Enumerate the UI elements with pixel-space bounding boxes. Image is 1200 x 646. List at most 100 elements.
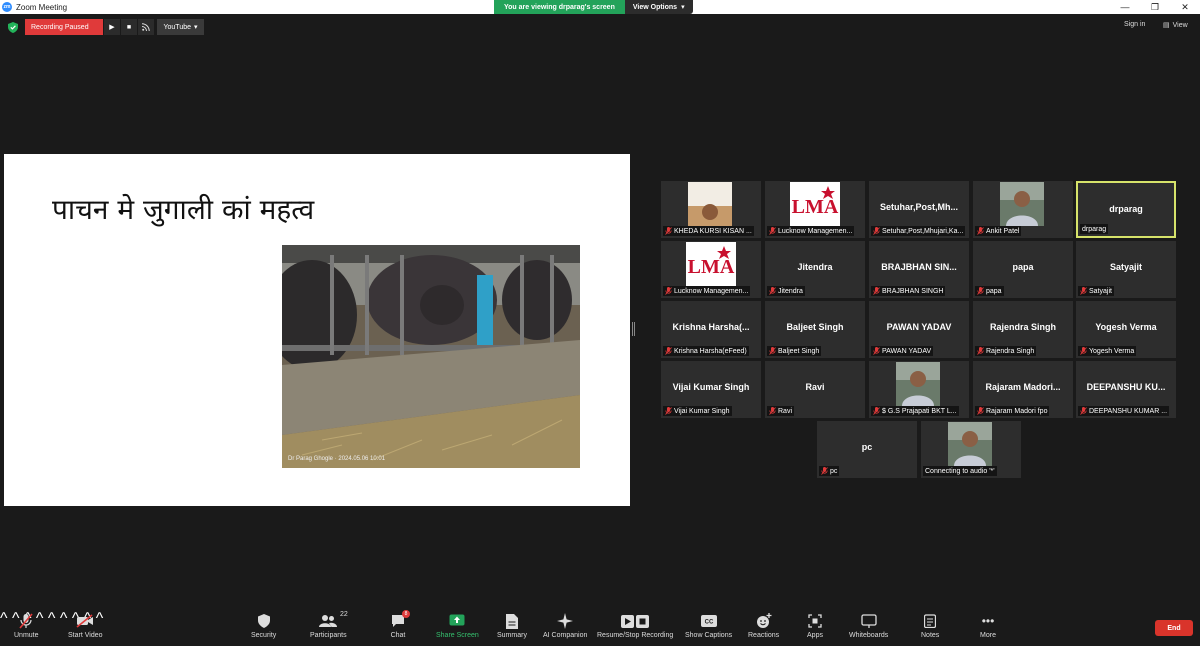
- muted-mic-icon: [873, 287, 880, 295]
- view-button[interactable]: ▤ View: [1163, 21, 1188, 30]
- muted-mic-icon: [769, 227, 776, 235]
- smiley-plus-icon: [755, 613, 773, 629]
- participant-tile[interactable]: Rajendra Singh Rajendra Singh: [973, 301, 1073, 358]
- participant-tile[interactable]: drparag drparag: [1076, 181, 1176, 238]
- video-off-icon: [76, 613, 94, 629]
- unmute-button[interactable]: Unmute: [14, 613, 39, 639]
- participant-tile[interactable]: Yogesh Verma Yogesh Verma: [1076, 301, 1176, 358]
- captions-label: Show Captions: [685, 632, 733, 639]
- participant-name-label: Setuhar,Post,Mhujari,Ka...: [871, 226, 966, 236]
- participant-tile[interactable]: Baljeet Singh Baljeet Singh: [765, 301, 865, 358]
- participant-tile[interactable]: LMA Lucknow Managemen...: [765, 181, 865, 238]
- zoom-window: zm Zoom Meeting — ❐ ✕ You are viewing dr…: [0, 0, 1200, 646]
- recording-status-badge[interactable]: Recording Paused: [25, 19, 103, 35]
- apps-button[interactable]: Apps: [806, 613, 824, 639]
- participant-tile[interactable]: Jitendra Jitendra: [765, 241, 865, 298]
- ai-companion-button[interactable]: AI Companion: [543, 613, 587, 639]
- view-options-button[interactable]: View Options ▾: [624, 0, 693, 14]
- participant-tile[interactable]: Ankit Patel: [973, 181, 1073, 238]
- svg-text:CC: CC: [704, 620, 713, 626]
- participant-tile[interactable]: papa papa: [973, 241, 1073, 298]
- participant-display-name: Rajaram Madori...: [985, 382, 1061, 392]
- apps-label: Apps: [807, 632, 823, 639]
- participant-video: [896, 362, 940, 406]
- security-button[interactable]: Security: [251, 613, 276, 639]
- participant-tile[interactable]: PAWAN YADAV PAWAN YADAV: [869, 301, 969, 358]
- resume-stop-recording-button[interactable]: Resume/Stop Recording: [597, 613, 673, 639]
- audio-options-caret-icon[interactable]: ^: [0, 610, 8, 627]
- slide-title: पाचन मे जुगाली कां महत्व: [52, 193, 315, 226]
- youtube-dropdown[interactable]: YouTube ▾: [157, 19, 204, 35]
- captions-caret-icon[interactable]: ^: [60, 610, 68, 627]
- participant-tile[interactable]: LMA Lucknow Managemen...: [661, 241, 761, 298]
- whiteboard-icon: [860, 613, 878, 629]
- participant-label-text: PAWAN YADAV: [882, 347, 932, 355]
- participant-label-text: drparag: [1082, 225, 1107, 233]
- muted-mic-icon: [665, 227, 672, 235]
- participants-count: 22: [340, 611, 348, 618]
- participant-name-label: Yogesh Verma: [1078, 346, 1137, 356]
- encryption-shield-icon[interactable]: [8, 22, 18, 33]
- stop-icon: ■: [126, 23, 132, 31]
- whiteboards-button[interactable]: Whiteboards: [849, 613, 888, 639]
- restore-icon[interactable]: ❐: [1140, 0, 1170, 14]
- participant-display-name: Jitendra: [797, 262, 833, 272]
- participant-tile[interactable]: Vijai Kumar Singh Vijai Kumar Singh: [661, 361, 761, 418]
- resume-recording-button[interactable]: ▶: [104, 19, 120, 35]
- chevron-down-icon: ▾: [681, 4, 685, 11]
- youtube-label: YouTube: [163, 23, 191, 31]
- muted-mic-icon: [665, 407, 672, 415]
- participant-tile[interactable]: Connecting to audio '*': [921, 421, 1021, 478]
- participant-tile[interactable]: KHEDA KURSI KISAN ...: [661, 181, 761, 238]
- notes-button[interactable]: Notes: [921, 613, 939, 639]
- shared-screen-slide[interactable]: पाचन मे जुगाली कां महत्व Dr Parag Ghogle…: [4, 154, 630, 506]
- zoom-logo-icon: zm: [2, 2, 12, 12]
- participant-tile[interactable]: BRAJBHAN SIN... BRAJBHAN SINGH: [869, 241, 969, 298]
- participant-name-label: $ G.S Prajapati BKT L...: [871, 406, 959, 416]
- participant-tile[interactable]: Krishna Harsha(... Krishna Harsha(eFeed): [661, 301, 761, 358]
- share-caret-icon[interactable]: ^: [48, 610, 56, 627]
- resize-handle[interactable]: [632, 322, 635, 336]
- participant-tile[interactable]: Ravi Ravi: [765, 361, 865, 418]
- chat-button[interactable]: 8 Chat: [389, 610, 410, 639]
- minimize-icon[interactable]: —: [1110, 0, 1140, 14]
- reactions-button[interactable]: Reactions: [748, 613, 779, 639]
- share-screen-button[interactable]: Share Screen: [436, 613, 479, 639]
- participant-name-label: Connecting to audio '*': [923, 466, 997, 476]
- participant-tile[interactable]: pc pc: [817, 421, 917, 478]
- stop-recording-button[interactable]: ■: [121, 19, 137, 35]
- muted-mic-icon: [977, 227, 984, 235]
- sign-in-link[interactable]: Sign in: [1124, 21, 1145, 28]
- participant-tile[interactable]: Rajaram Madori... Rajaram Madori fpo: [973, 361, 1073, 418]
- participant-tile[interactable]: Satyajit Satyajit: [1076, 241, 1176, 298]
- participant-label-text: Lucknow Managemen...: [674, 287, 749, 295]
- summary-button[interactable]: Summary: [497, 613, 527, 639]
- close-icon[interactable]: ✕: [1170, 0, 1200, 14]
- participant-video: [948, 422, 992, 466]
- participant-tile[interactable]: DEEPANSHU KU... DEEPANSHU KUMAR ...: [1076, 361, 1176, 418]
- more-button[interactable]: ••• More: [979, 613, 997, 639]
- muted-mic-icon: [1080, 287, 1087, 295]
- participant-display-name: Vijai Kumar Singh: [672, 382, 750, 392]
- livestream-button[interactable]: [138, 19, 154, 35]
- participant-label-text: Jitendra: [778, 287, 803, 295]
- participant-tile[interactable]: Setuhar,Post,Mh... Setuhar,Post,Mhujari,K…: [869, 181, 969, 238]
- participant-name-label: Vijai Kumar Singh: [663, 406, 732, 416]
- start-video-button[interactable]: Start Video: [68, 613, 103, 639]
- participant-display-name: BRAJBHAN SIN...: [881, 262, 957, 272]
- participant-tile[interactable]: $ G.S Prajapati BKT L...: [869, 361, 969, 418]
- summary-doc-icon: [503, 613, 521, 629]
- participant-display-name: Yogesh Verma: [1095, 322, 1157, 332]
- participant-label-text: DEEPANSHU KUMAR ...: [1089, 407, 1168, 415]
- participant-name-label: papa: [975, 286, 1004, 296]
- muted-mic-icon: [665, 347, 672, 355]
- chat-unread-badge: 8: [402, 610, 410, 618]
- participant-label-text: Setuhar,Post,Mhujari,Ka...: [882, 227, 964, 235]
- end-meeting-button[interactable]: End: [1155, 620, 1193, 636]
- recording-label: Resume/Stop Recording: [597, 632, 674, 639]
- show-captions-button[interactable]: CC Show Captions: [685, 613, 732, 639]
- more-dots-icon: •••: [981, 614, 995, 628]
- participant-label-text: Vijai Kumar Singh: [674, 407, 730, 415]
- chat-label: Chat: [390, 632, 406, 639]
- photo-credit: Dr Parag Ghogle · 2024.05.06 10:01: [288, 456, 386, 462]
